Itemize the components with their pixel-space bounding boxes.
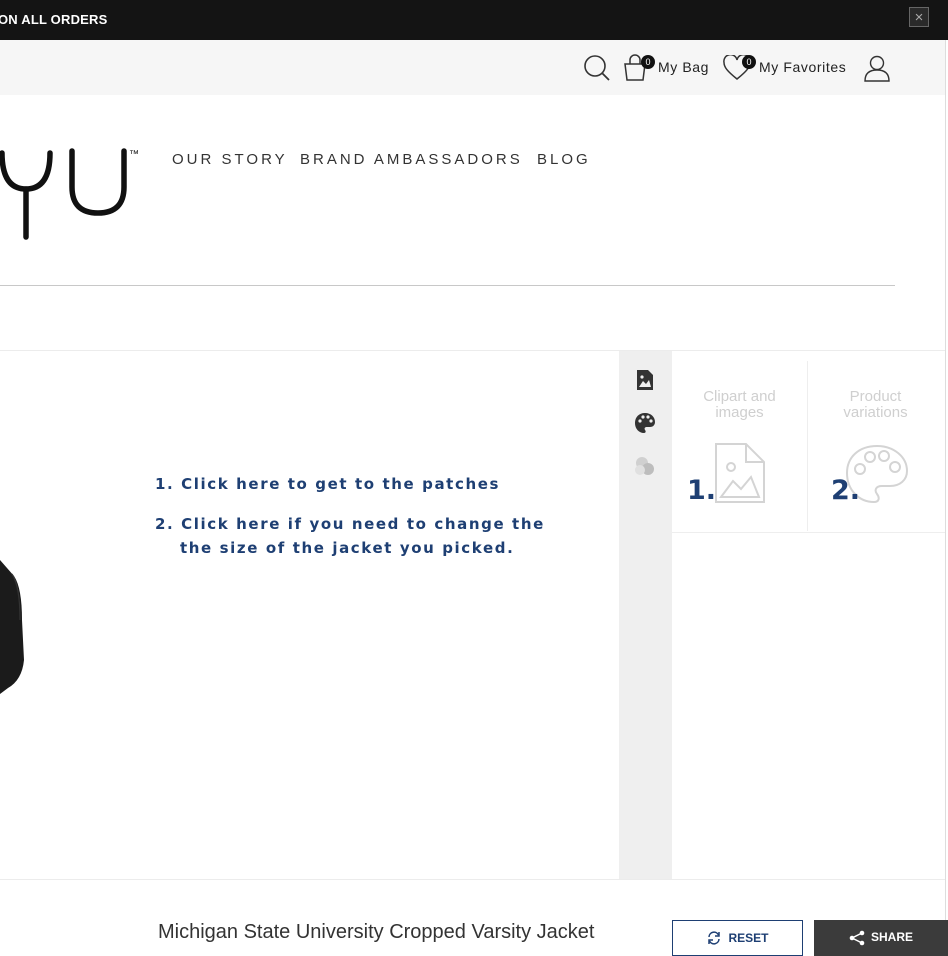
annotation-number-2: 2. [831,475,861,506]
reset-label: RESET [728,931,769,945]
header-divider [0,285,895,286]
image-file-icon [715,443,765,503]
variations-tile-label-line2: variations [843,404,908,421]
designer-toolbar [619,351,672,879]
instruction-step-2: 2. Click here if you need to change the [155,515,545,533]
close-icon: × [914,8,924,26]
toolbar-layers-button[interactable] [633,455,657,479]
product-title: Michigan State University Cropped Varsit… [158,921,595,943]
variations-tile-label-line1: Product [849,388,902,405]
clipart-tile-label-line2: images [715,404,764,421]
panel-divider [672,532,945,533]
toolbar-clipart-button[interactable] [633,368,657,392]
nav-brand-ambassadors[interactable]: BRAND AMBASSADORS [300,151,523,168]
brand-logo[interactable]: ™ [0,145,150,245]
nav-blog[interactable]: BLOG [537,151,591,168]
designer-options-panel: Clipart and images 1. Product variations… [672,351,945,879]
color-circles-icon [635,457,654,475]
image-file-icon [637,370,653,390]
product-variations-tile[interactable]: Product variations 2. [808,361,943,531]
refresh-icon [708,931,721,945]
trademark-symbol: ™ [129,149,139,160]
share-icon [849,930,865,946]
clipart-images-tile[interactable]: Clipart and images 1. [672,361,807,531]
share-button[interactable]: SHARE [814,920,948,956]
share-label: SHARE [870,930,913,944]
instruction-step-1: 1. Click here to get to the patches [155,475,501,493]
close-announcement-button[interactable]: × [909,7,929,27]
nav-our-story[interactable]: OUR STORY [172,151,288,168]
jacket-preview-image[interactable] [0,560,30,700]
palette-icon [635,413,655,433]
bag-label[interactable]: My Bag [658,59,709,75]
reset-button[interactable]: RESET [672,920,803,956]
instruction-step-2-continued: the size of the jacket you picked. [180,539,515,557]
instructions-overlay: 1. Click here to get to the patches 2. C… [155,472,545,560]
designer-bottom-divider [0,879,945,880]
announcement-bar: ON ALL ORDERS × [0,0,948,40]
favorites-count-badge: 0 [742,55,756,69]
search-icon[interactable] [583,54,611,82]
utility-bar: 0 My Bag 0 My Favorites [0,40,945,95]
annotation-number-1: 1. [687,475,717,506]
bag-count-badge: 0 [641,55,655,69]
toolbar-variations-button[interactable] [633,411,657,435]
favorites-label[interactable]: My Favorites [759,59,846,75]
user-account-icon[interactable] [864,54,890,82]
clipart-tile-label-line1: Clipart and [703,388,776,405]
announcement-text: ON ALL ORDERS [0,12,108,27]
